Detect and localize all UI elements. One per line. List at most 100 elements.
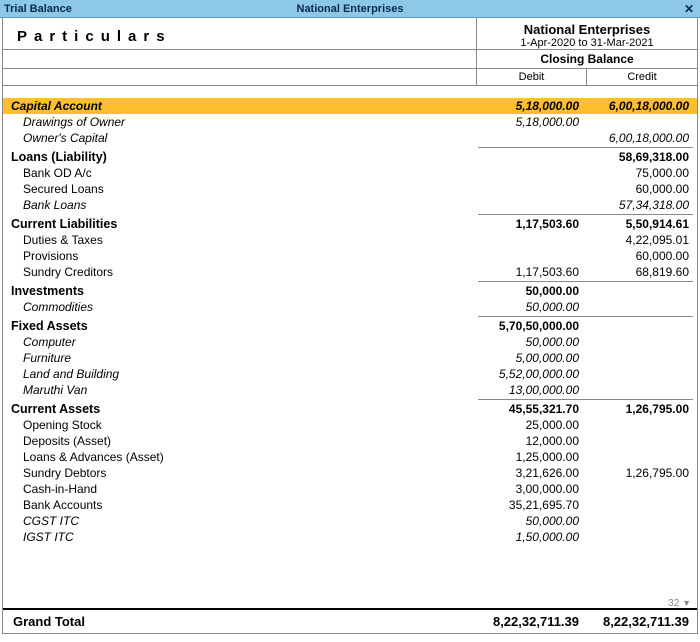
row-label: Furniture (5, 350, 475, 366)
row-label: Maruthi Van (5, 382, 475, 398)
group-row[interactable]: Loans (Liability) 58,69,318.00 (3, 149, 697, 165)
row-label: Sundry Debtors (5, 465, 475, 481)
row-credit: 1,26,795.00 (585, 401, 695, 417)
row-debit: 1,25,000.00 (475, 449, 585, 465)
row-label: Investments (5, 283, 475, 299)
row-label: Computer (5, 334, 475, 350)
row-label: Current Assets (5, 401, 475, 417)
row-debit: 5,00,000.00 (475, 350, 585, 366)
ledger-row[interactable]: Sundry Debtors3,21,626.001,26,795.00 (3, 465, 697, 481)
date-range: 1-Apr-2020 to 31-Mar-2021 (477, 37, 697, 49)
row-debit: 35,21,695.70 (475, 497, 585, 513)
row-credit: 75,000.00 (585, 165, 695, 181)
ledger-row[interactable]: Sundry Creditors1,17,503.6068,819.60 (3, 264, 697, 280)
grand-total-row: Grand Total 8,22,32,711.39 8,22,32,711.3… (3, 608, 697, 633)
group-row[interactable]: Capital Account5,18,000.006,00,18,000.00 (3, 98, 697, 114)
row-debit: 1,17,503.60 (475, 216, 585, 232)
company-heading: National Enterprises 1-Apr-2020 to 31-Ma… (477, 18, 697, 49)
row-label: Provisions (5, 248, 475, 264)
credit-heading: Credit (587, 69, 697, 85)
ledger-row[interactable]: Bank OD A/c 75,000.00 (3, 165, 697, 181)
ledger-row[interactable]: Duties & Taxes 4,22,095.01 (3, 232, 697, 248)
ledger-row[interactable]: IGST ITC1,50,000.00 (3, 529, 697, 545)
ledger-row[interactable]: Cash-in-Hand3,00,000.00 (3, 481, 697, 497)
row-label: Land and Building (5, 366, 475, 382)
row-debit: 5,18,000.00 (475, 114, 585, 130)
particulars-heading: Particulars (3, 18, 477, 49)
ledger-row[interactable]: Opening Stock25,000.00 (3, 417, 697, 433)
title-bar: Trial Balance National Enterprises ✕ (0, 0, 700, 18)
ledger-row[interactable]: Bank Loans57,34,318.00 (3, 197, 697, 213)
row-credit: 60,000.00 (585, 248, 695, 264)
row-credit: 6,00,18,000.00 (585, 98, 695, 114)
row-label: Loans & Advances (Asset) (5, 449, 475, 465)
ledger-row[interactable]: Drawings of Owner5,18,000.00 (3, 114, 697, 130)
group-row[interactable]: Investments50,000.00 (3, 283, 697, 299)
ledger-row[interactable]: Provisions 60,000.00 (3, 248, 697, 264)
report-body: Capital Account5,18,000.006,00,18,000.00… (2, 86, 698, 634)
row-label: Bank OD A/c (5, 165, 475, 181)
row-credit: 1,26,795.00 (585, 465, 695, 481)
row-debit: 25,000.00 (475, 417, 585, 433)
row-label: Owner's Capital (5, 130, 475, 146)
close-icon[interactable]: ✕ (684, 2, 694, 16)
row-label: Duties & Taxes (5, 232, 475, 248)
row-debit: 50,000.00 (475, 283, 585, 299)
titlebar-center: National Enterprises (0, 3, 700, 15)
grand-total-credit: 8,22,32,711.39 (585, 614, 695, 629)
chevron-down-icon: ▼ (682, 598, 691, 608)
ledger-row[interactable]: Owner's Capital 6,00,18,000.00 (3, 130, 697, 146)
ledger-row[interactable]: Computer50,000.00 (3, 334, 697, 350)
grand-total-label: Grand Total (5, 614, 475, 629)
row-label: IGST ITC (5, 529, 475, 545)
row-credit: 58,69,318.00 (585, 149, 695, 165)
row-debit: 3,21,626.00 (475, 465, 585, 481)
row-label: Cash-in-Hand (5, 481, 475, 497)
row-debit: 45,55,321.70 (475, 401, 585, 417)
row-label: Loans (Liability) (5, 149, 475, 165)
debit-heading: Debit (477, 69, 587, 85)
row-credit: 68,819.60 (585, 264, 695, 280)
row-debit: 12,000.00 (475, 433, 585, 449)
row-debit: 5,70,50,000.00 (475, 318, 585, 334)
row-label: Deposits (Asset) (5, 433, 475, 449)
row-label: Secured Loans (5, 181, 475, 197)
row-debit: 50,000.00 (475, 513, 585, 529)
row-label: Opening Stock (5, 417, 475, 433)
report-header: Particulars National Enterprises 1-Apr-2… (2, 18, 698, 86)
row-label: Sundry Creditors (5, 264, 475, 280)
row-debit: 1,17,503.60 (475, 264, 585, 280)
company-name: National Enterprises (477, 22, 697, 37)
row-credit: 5,50,914.61 (585, 216, 695, 232)
group-row[interactable]: Current Liabilities1,17,503.605,50,914.6… (3, 216, 697, 232)
ledger-row[interactable]: Furniture5,00,000.00 (3, 350, 697, 366)
ledger-row[interactable]: Bank Accounts35,21,695.70 (3, 497, 697, 513)
row-debit: 3,00,000.00 (475, 481, 585, 497)
ledger-row[interactable]: Land and Building5,52,00,000.00 (3, 366, 697, 382)
grand-total-debit: 8,22,32,711.39 (475, 614, 585, 629)
row-credit: 6,00,18,000.00 (585, 130, 695, 146)
row-label: Fixed Assets (5, 318, 475, 334)
row-label: Bank Accounts (5, 497, 475, 513)
row-label: Current Liabilities (5, 216, 475, 232)
ledger-row[interactable]: CGST ITC50,000.00 (3, 513, 697, 529)
row-debit: 1,50,000.00 (475, 529, 585, 545)
row-label: Bank Loans (5, 197, 475, 213)
row-credit: 4,22,095.01 (585, 232, 695, 248)
group-row[interactable]: Fixed Assets5,70,50,000.00 (3, 318, 697, 334)
row-label: Capital Account (5, 98, 475, 114)
row-label: Drawings of Owner (5, 114, 475, 130)
row-debit: 5,52,00,000.00 (475, 366, 585, 382)
row-debit: 50,000.00 (475, 334, 585, 350)
ledger-row[interactable]: Loans & Advances (Asset)1,25,000.00 (3, 449, 697, 465)
group-row[interactable]: Current Assets45,55,321.701,26,795.00 (3, 401, 697, 417)
ledger-row[interactable]: Deposits (Asset)12,000.00 (3, 433, 697, 449)
row-label: Commodities (5, 299, 475, 315)
ledger-row[interactable]: Secured Loans60,000.00 (3, 181, 697, 197)
ledger-row[interactable]: Commodities50,000.00 (3, 299, 697, 315)
titlebar-left: Trial Balance (4, 3, 72, 15)
row-label: CGST ITC (5, 513, 475, 529)
closing-balance-heading: Closing Balance (477, 50, 697, 68)
row-debit: 50,000.00 (475, 299, 585, 315)
ledger-row[interactable]: Maruthi Van13,00,000.00 (3, 382, 697, 398)
